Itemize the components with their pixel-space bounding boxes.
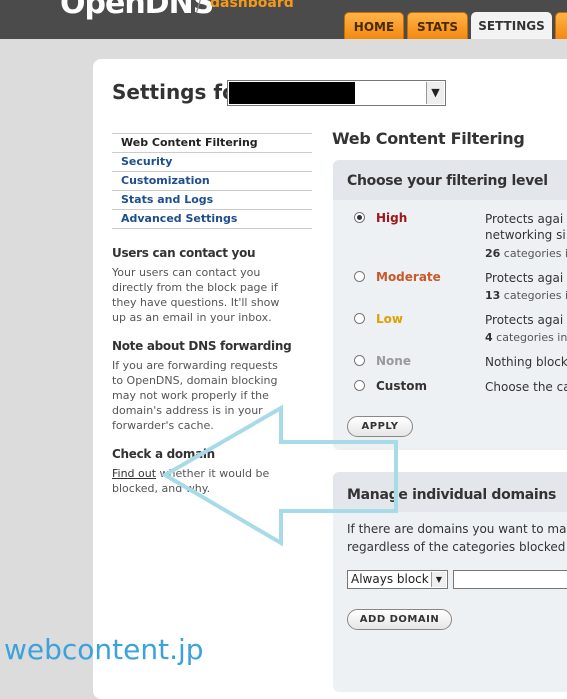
level-name: None	[376, 354, 411, 368]
filtering-level-box	[333, 160, 567, 450]
nav-item-stats-and-logs[interactable]: Stats and Logs	[112, 190, 312, 209]
add-domain-button[interactable]: ADD DOMAIN	[347, 609, 452, 630]
dns-forwarding-title: Note about DNS forwarding	[112, 339, 292, 353]
check-domain-text: Find out whether it would be blocked, an…	[112, 466, 292, 496]
opendns-logo[interactable]: OpenDNS	[60, 0, 214, 21]
page-title: Web Content Filtering	[332, 129, 525, 148]
apply-button[interactable]: APPLY	[347, 416, 413, 437]
contact-title: Users can contact you	[112, 246, 256, 260]
contact-text: Your users can contact you directly from…	[112, 266, 280, 324]
logo-dashboard-text: dashboard	[210, 0, 294, 11]
tab-more[interactable]	[555, 12, 567, 39]
tab-home[interactable]: HOME	[344, 12, 404, 39]
level-count: 13 categories i	[485, 289, 567, 302]
redacted-network-name	[229, 82, 355, 104]
radio-none[interactable]	[354, 355, 365, 366]
level-desc: Protects agai	[485, 271, 564, 285]
nav-item-security[interactable]: Security	[112, 152, 312, 171]
dns-forwarding-text: If you are forwarding requests to OpenDN…	[112, 359, 278, 432]
block-action-select[interactable]: Always block ▼	[347, 570, 448, 589]
level-name: Custom	[376, 379, 427, 393]
radio-high[interactable]	[354, 212, 365, 223]
find-out-link[interactable]: Find out	[112, 467, 156, 480]
tab-stats[interactable]: STATS	[407, 12, 468, 39]
nav-item-advanced-settings[interactable]: Advanced Settings	[112, 209, 312, 229]
network-select[interactable]: ▼	[227, 80, 446, 106]
level-name: Low	[376, 312, 403, 326]
tab-settings[interactable]: SETTINGS	[471, 12, 552, 39]
check-domain-title: Check a domain	[112, 447, 215, 461]
level-desc: Protects agai	[485, 313, 564, 327]
watermark-text: webcontent.jp	[4, 633, 204, 666]
level-desc: Nothing block	[485, 355, 567, 369]
radio-custom[interactable]	[354, 380, 365, 391]
domain-input[interactable]	[453, 570, 567, 589]
nav-item-customization[interactable]: Customization	[112, 171, 312, 190]
level-desc: Choose the ca	[485, 380, 567, 394]
level-count: 4 categories in	[485, 331, 567, 344]
manage-domains-title: Manage individual domains	[347, 487, 557, 503]
filtering-level-title: Choose your filtering level	[347, 173, 548, 189]
level-desc: Protects agai networking si	[485, 212, 566, 242]
chevron-down-icon[interactable]: ▼	[431, 572, 446, 587]
level-name: Moderate	[376, 270, 441, 284]
level-name: High	[376, 211, 408, 225]
settings-nav: Web Content Filtering Security Customiza…	[112, 133, 312, 229]
chevron-down-icon[interactable]: ▼	[426, 82, 444, 104]
radio-low[interactable]	[354, 313, 365, 324]
manage-domains-desc: If there are domains you want to ma regar…	[347, 522, 567, 554]
top-bar: OpenDNS / dashboard HOME STATS SETTINGS	[0, 0, 567, 39]
nav-item-web-content-filtering[interactable]: Web Content Filtering	[112, 133, 312, 152]
level-count: 26 categories i	[485, 247, 567, 260]
radio-moderate[interactable]	[354, 271, 365, 282]
logo-slash: /	[196, 0, 202, 14]
